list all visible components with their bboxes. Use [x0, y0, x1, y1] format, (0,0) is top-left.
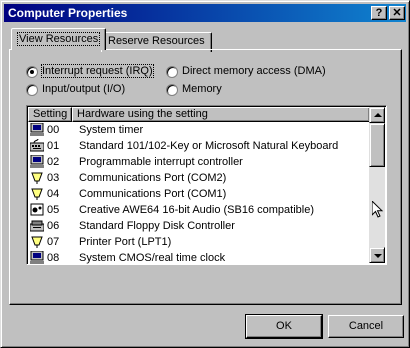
floppy-icon	[30, 220, 44, 232]
arrow-up-icon	[374, 113, 382, 117]
row-hardware: Printer Port (LPT1)	[79, 236, 172, 248]
row-setting: 06	[47, 220, 60, 232]
row-setting: 00	[47, 124, 60, 136]
radio-io[interactable]: Input/output (I/O)	[26, 83, 125, 96]
window-title: Computer Properties	[8, 6, 128, 20]
column-header-hardware[interactable]: Hardware using the setting	[72, 107, 370, 122]
tab-view-resources-label: View Resources	[16, 32, 101, 46]
keyboard-icon	[30, 139, 44, 152]
row-setting: 01	[47, 140, 60, 152]
column-header-setting[interactable]: Setting	[28, 107, 72, 122]
radio-io-label: Input/output (I/O)	[42, 83, 126, 95]
tab-view-resources[interactable]: View Resources	[11, 28, 107, 50]
row-hardware: Communications Port (COM1)	[79, 188, 227, 200]
port-icon	[31, 188, 43, 200]
row-hardware: System timer	[79, 124, 144, 136]
table-row[interactable]: 07 Printer Port (LPT1)	[28, 234, 370, 250]
computer-icon	[30, 251, 44, 264]
row-hardware: Communications Port (COM2)	[79, 172, 227, 184]
row-setting: 08	[47, 252, 60, 264]
computer-icon	[30, 123, 44, 136]
scroll-thumb[interactable]	[369, 123, 385, 167]
scroll-down-button[interactable]	[369, 247, 385, 263]
mouse-pointer-icon	[372, 201, 384, 218]
radio-memory[interactable]: Memory	[166, 83, 222, 96]
table-row[interactable]: 08 System CMOS/real time clock	[28, 250, 370, 264]
radio-dma[interactable]: Direct memory access (DMA)	[166, 65, 326, 78]
table-row[interactable]: 01 Standard 101/102-Key or Microsoft Nat…	[28, 138, 370, 154]
resource-list[interactable]: Setting Hardware using the setting 00 Sy…	[26, 105, 387, 265]
row-hardware: Programmable interrupt controller	[79, 156, 243, 168]
table-row[interactable]: 00 System timer	[28, 122, 370, 138]
row-setting: 05	[47, 204, 60, 216]
help-button[interactable]: ?	[371, 6, 387, 20]
row-setting: 07	[47, 236, 60, 248]
port-icon	[31, 236, 43, 248]
computer-icon	[30, 155, 44, 168]
table-row[interactable]: 06 Standard Floppy Disk Controller	[28, 218, 370, 234]
radio-io-dot	[26, 83, 38, 96]
sound-icon	[30, 203, 44, 216]
radio-dma-label: Direct memory access (DMA)	[182, 65, 326, 77]
radio-irq-label: Interrupt request (IRQ)	[41, 64, 154, 78]
table-row[interactable]: 02 Programmable interrupt controller	[28, 154, 370, 170]
cancel-button[interactable]: Cancel	[328, 315, 404, 338]
radio-dma-dot	[166, 65, 178, 78]
row-setting: 02	[47, 156, 60, 168]
row-hardware: Standard 101/102-Key or Microsoft Natura…	[79, 140, 339, 152]
table-row[interactable]: 03 Communications Port (COM2)	[28, 170, 370, 186]
row-hardware: Standard Floppy Disk Controller	[79, 220, 235, 232]
row-hardware: Creative AWE64 16-bit Audio (SB16 compat…	[79, 204, 314, 216]
arrow-down-icon	[374, 254, 382, 258]
radio-memory-label: Memory	[182, 83, 222, 95]
row-hardware: System CMOS/real time clock	[79, 252, 226, 264]
close-button[interactable]: ✕	[389, 6, 405, 20]
row-setting: 03	[47, 172, 60, 184]
close-icon: ✕	[392, 7, 402, 19]
scroll-up-button[interactable]	[369, 107, 385, 123]
vertical-scrollbar[interactable]	[369, 107, 385, 263]
radio-irq[interactable]: Interrupt request (IRQ)	[26, 64, 154, 78]
radio-irq-dot	[26, 65, 38, 78]
row-setting: 04	[47, 188, 60, 200]
radio-memory-dot	[166, 83, 178, 96]
table-row[interactable]: 05 Creative AWE64 16-bit Audio (SB16 com…	[28, 202, 370, 218]
computer-properties-window: Computer Properties ? ✕ View Resources R…	[0, 0, 410, 348]
port-icon	[31, 172, 43, 184]
tab-reserve-resources-label: Reserve Resources	[108, 35, 205, 47]
ok-button[interactable]: OK	[245, 314, 323, 339]
title-bar[interactable]: Computer Properties ? ✕	[4, 4, 406, 22]
table-row[interactable]: 04 Communications Port (COM1)	[28, 186, 370, 202]
